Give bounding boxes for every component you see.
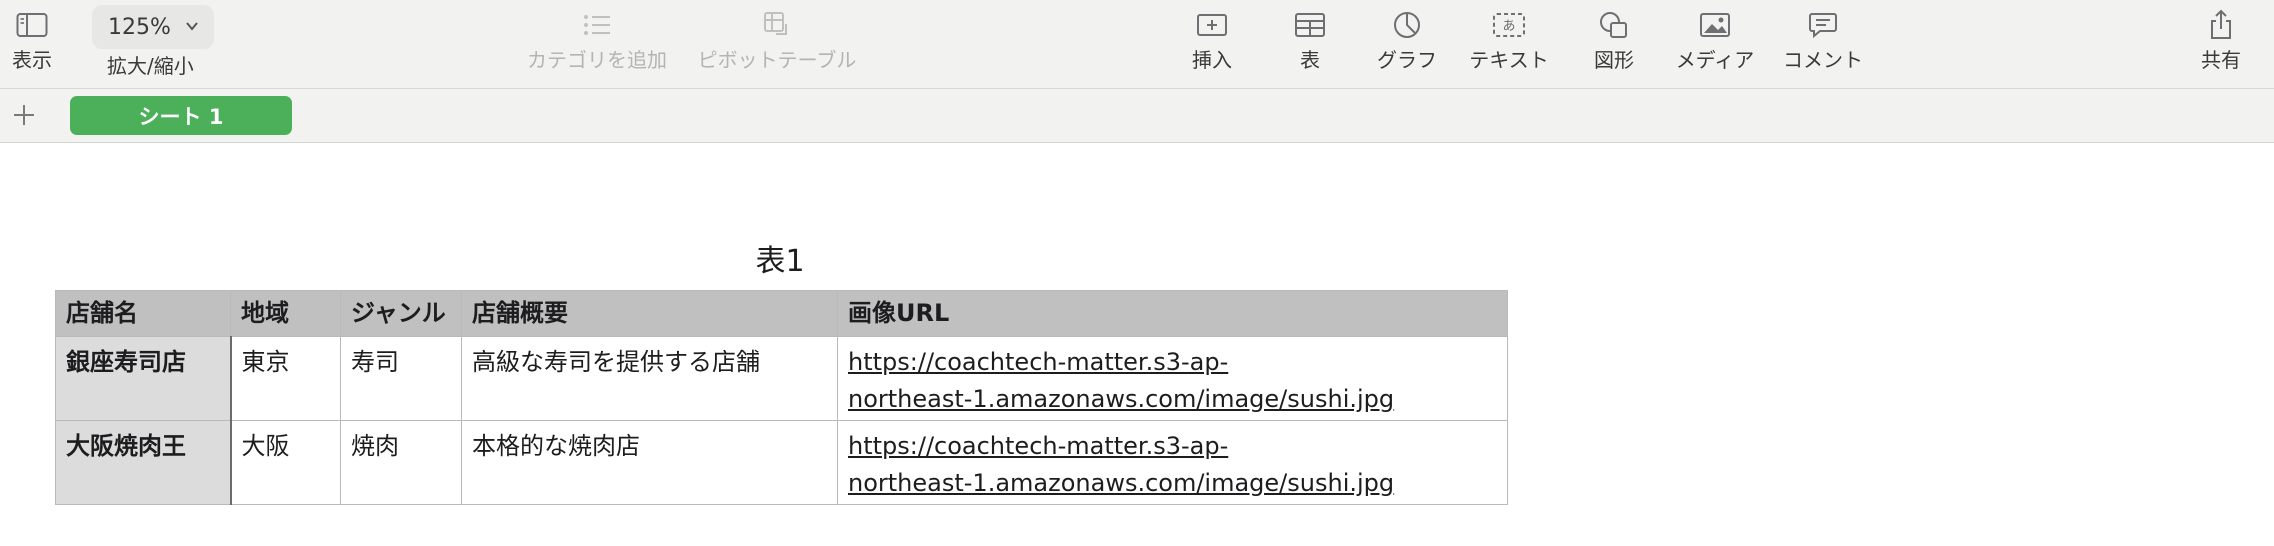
image-url-link[interactable]: https://coachtech-matter.s3-ap-northeast… (848, 432, 1394, 497)
sheet-tab-bar: シート 1 (0, 89, 2274, 143)
comment-button[interactable]: コメント (1782, 0, 1864, 89)
url-line-2: northeast-1.amazonaws.com/image/sushi.jp… (848, 469, 1395, 497)
header-cell[interactable]: 画像URL (837, 290, 1508, 337)
chevron-down-icon (184, 18, 200, 38)
region-cell[interactable]: 東京 (230, 336, 341, 421)
text-box-icon: あ (1492, 0, 1526, 50)
view-button[interactable]: 表示 (8, 0, 56, 89)
add-sheet-button[interactable] (10, 101, 38, 129)
media-label: メディア (1675, 48, 1755, 72)
zoom-label: 拡大/縮小 (107, 54, 194, 78)
pivot-table-label: ピボットテーブル (697, 48, 857, 72)
comment-icon (1808, 0, 1838, 50)
plus-icon (14, 105, 34, 125)
share-button[interactable]: 共有 (2198, 0, 2244, 89)
view-label: 表示 (12, 48, 52, 72)
chart-label: グラフ (1377, 48, 1437, 72)
media-button[interactable]: メディア (1674, 0, 1756, 89)
url-line-2: northeast-1.amazonaws.com/image/sushi.jp… (848, 385, 1395, 413)
shape-label: 図形 (1594, 48, 1634, 72)
pivot-table-icon (762, 0, 792, 50)
table-label: 表 (1300, 48, 1320, 72)
url-line-1: https://coachtech-matter.s3-ap- (848, 432, 1229, 460)
svg-text:あ: あ (1502, 19, 1515, 34)
shape-icon (1598, 0, 1630, 50)
table-icon (1294, 0, 1326, 50)
image-icon (1699, 0, 1731, 50)
region-cell[interactable]: 大阪 (230, 420, 341, 505)
sidebar-icon (16, 0, 48, 50)
shape-button[interactable]: 図形 (1590, 0, 1638, 89)
genre-cell[interactable]: 寿司 (340, 336, 462, 421)
add-category-label: カテゴリを追加 (527, 48, 667, 72)
image-url-cell[interactable]: https://coachtech-matter.s3-ap-northeast… (837, 336, 1508, 421)
genre-cell[interactable]: 焼肉 (340, 420, 462, 505)
header-row: 店舗名 地域 ジャンル 店舗概要 画像URL (55, 290, 1508, 337)
sheet-tab-1[interactable]: シート 1 (70, 96, 292, 135)
table-row: 銀座寿司店 東京 寿司 高級な寿司を提供する店舗 https://coachte… (55, 336, 1508, 421)
chart-button[interactable]: グラフ (1376, 0, 1438, 89)
table-button[interactable]: 表 (1292, 0, 1328, 89)
url-line-1: https://coachtech-matter.s3-ap- (848, 348, 1229, 376)
summary-cell[interactable]: 高級な寿司を提供する店舗 (461, 336, 838, 421)
header-cell[interactable]: ジャンル (340, 290, 462, 337)
insert-button[interactable]: 挿入 (1187, 0, 1237, 89)
pivot-table-button[interactable]: ピボットテーブル (694, 0, 860, 89)
text-label: テキスト (1469, 48, 1549, 72)
insert-label: 挿入 (1192, 48, 1232, 72)
zoom-value: 125% (108, 14, 171, 40)
text-button[interactable]: あ テキスト (1468, 0, 1550, 89)
toolbar: 表示 125% 拡大/縮小 カテゴリを追加 ピボットテーブル 挿入 表 グラフ … (0, 0, 2274, 89)
add-category-button[interactable]: カテゴリを追加 (524, 0, 670, 89)
image-url-cell[interactable]: https://coachtech-matter.s3-ap-northeast… (837, 420, 1508, 505)
comment-label: コメント (1783, 48, 1863, 72)
zoom-select[interactable]: 125% (92, 5, 214, 49)
header-cell[interactable]: 店舗概要 (461, 290, 838, 337)
list-icon (582, 0, 612, 50)
table-title[interactable]: 表1 (700, 236, 860, 280)
share-label: 共有 (2201, 48, 2241, 72)
data-table: 店舗名 地域 ジャンル 店舗概要 画像URL 銀座寿司店 東京 寿司 高級な寿司… (55, 290, 1508, 505)
header-cell[interactable]: 地域 (230, 290, 341, 337)
table-row: 大阪焼肉王 大阪 焼肉 本格的な焼肉店 https://coachtech-ma… (55, 420, 1508, 505)
image-url-link[interactable]: https://coachtech-matter.s3-ap-northeast… (848, 348, 1394, 413)
insert-icon (1196, 0, 1228, 50)
shop-name-cell[interactable]: 大阪焼肉王 (55, 420, 232, 505)
pie-chart-icon (1392, 0, 1422, 50)
summary-cell[interactable]: 本格的な焼肉店 (461, 420, 838, 505)
share-icon (2208, 0, 2234, 50)
header-cell[interactable]: 店舗名 (55, 290, 231, 337)
shop-name-cell[interactable]: 銀座寿司店 (55, 336, 232, 421)
